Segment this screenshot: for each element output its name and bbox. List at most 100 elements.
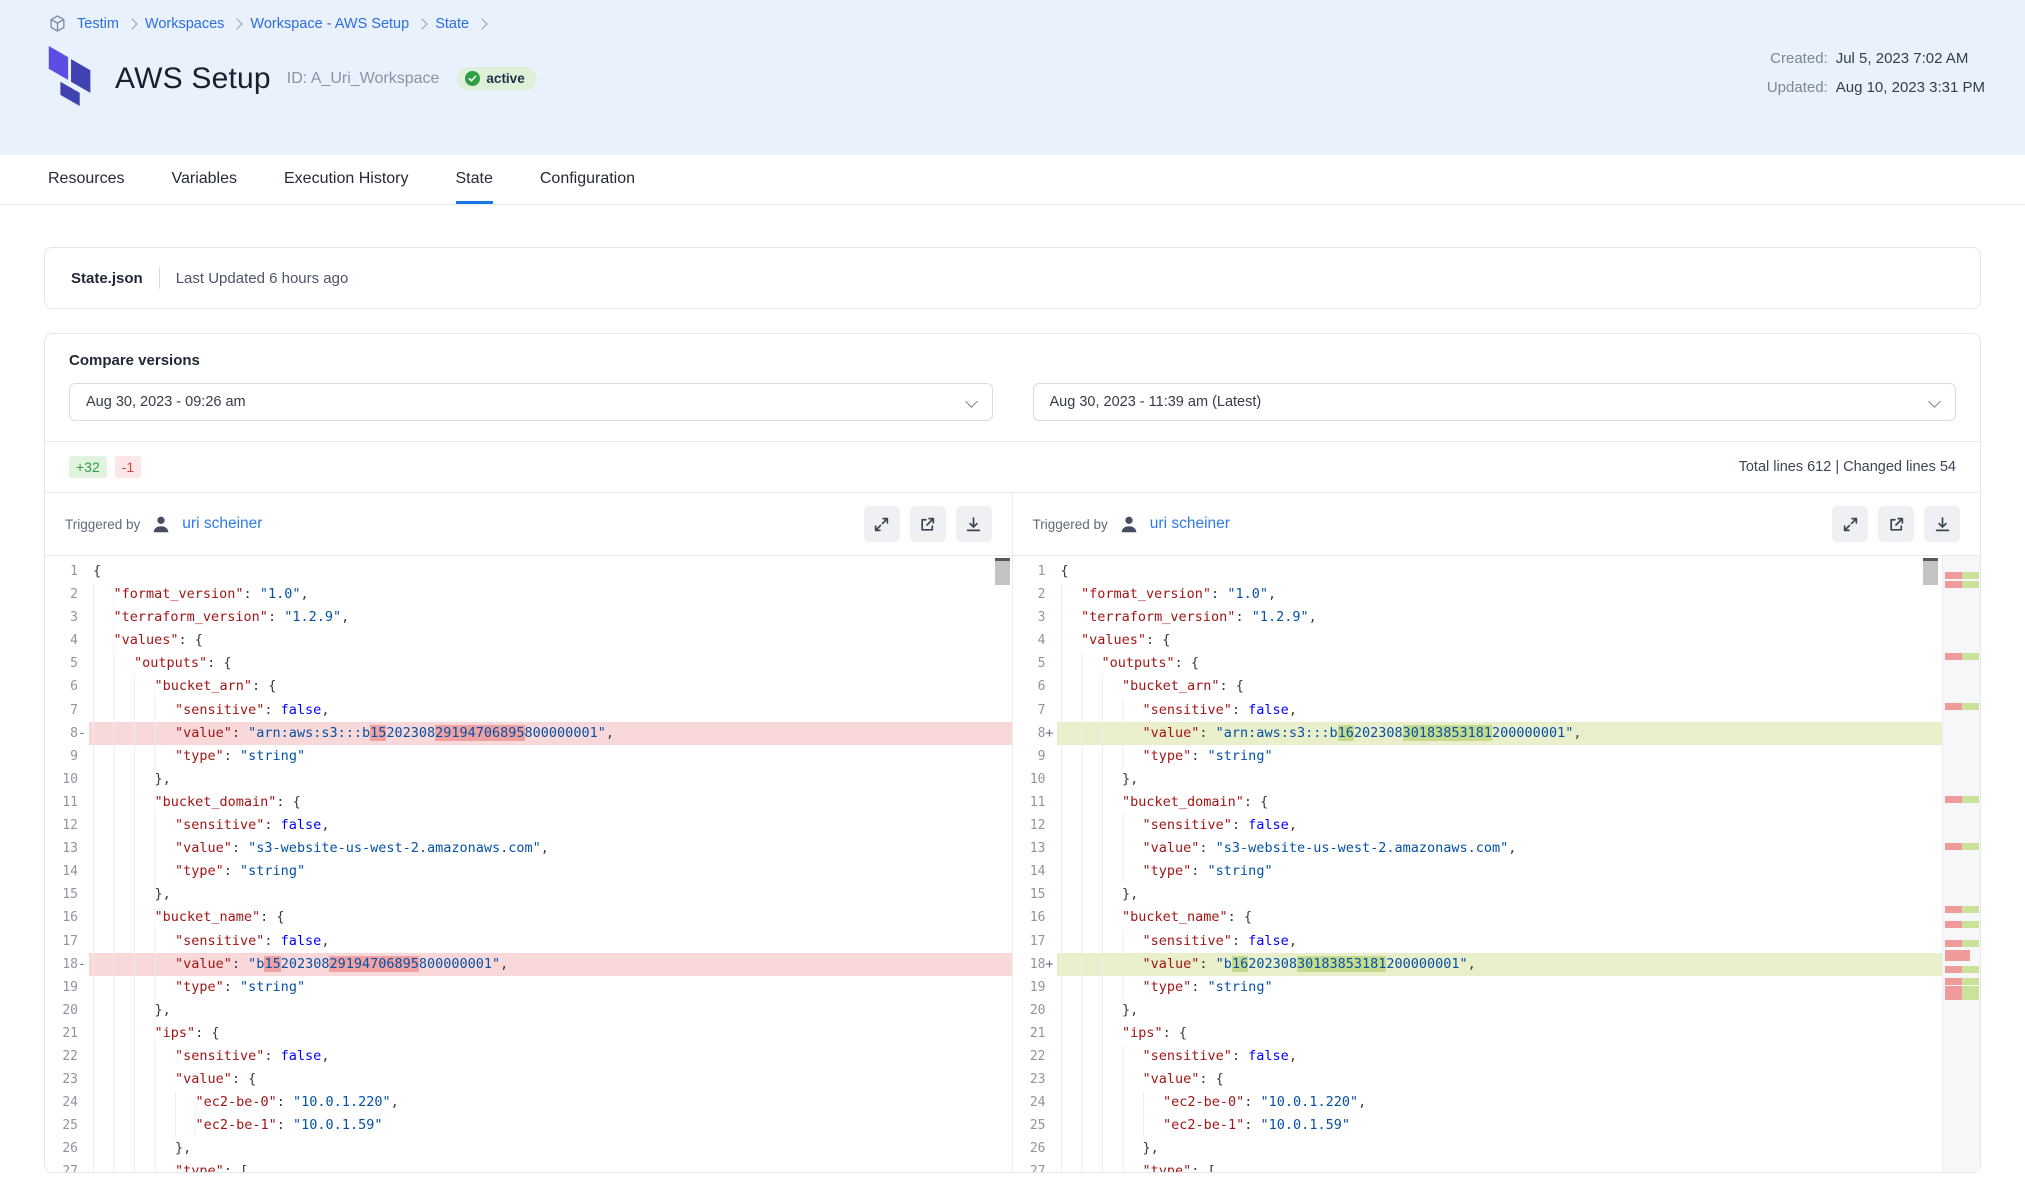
code-line: 16"bucket_name": { (45, 906, 1012, 929)
triggered-by-label: Triggered by (1033, 517, 1108, 532)
compare-title: Compare versions (69, 352, 1956, 369)
line-number: 27 (1013, 1160, 1057, 1172)
scrollbar-thumb[interactable] (1923, 558, 1938, 585)
code-editor-left[interactable]: 1{2"format_version": "1.0",3"terraform_v… (45, 556, 1012, 1172)
scrollbar-thumb[interactable] (995, 558, 1010, 585)
code-line: 8-"value": "arn:aws:s3:::b15202308291947… (45, 722, 1012, 745)
diff-ruler-mark (1945, 940, 1979, 947)
title-row: AWS Setup ID: A_Uri_Workspace active Cre… (48, 46, 1985, 111)
expand-icon[interactable] (864, 506, 900, 542)
line-number: 22 (1013, 1045, 1057, 1068)
diff-ruler-mark (1945, 796, 1979, 803)
triggered-by-user-link[interactable]: uri scheiner (182, 515, 262, 533)
created-updated-meta: Created: Jul 5, 2023 7:02 AM Updated: Au… (1767, 50, 1985, 96)
breadcrumb-item[interactable]: State (435, 16, 469, 32)
line-number: 12 (1013, 814, 1057, 837)
line-number: 27 (45, 1160, 89, 1172)
additions-badge: +32 (69, 456, 107, 478)
code-line: 16"bucket_name": { (1013, 906, 1943, 929)
tab-state[interactable]: State (456, 155, 493, 204)
line-number: 8- (45, 722, 89, 745)
person-icon (150, 513, 172, 535)
line-number: 20 (45, 999, 89, 1022)
line-number: 10 (45, 768, 89, 791)
line-number: 10 (1013, 768, 1057, 791)
line-number: 25 (45, 1114, 89, 1137)
code-line: 15}, (1013, 883, 1943, 906)
diff-pane-right: Triggered by uri scheiner (1013, 493, 1981, 1172)
line-number: 21 (45, 1022, 89, 1045)
download-icon[interactable] (1924, 506, 1960, 542)
line-number: 9 (1013, 745, 1057, 768)
code-line: 20}, (45, 999, 1012, 1022)
deletions-badge: -1 (115, 456, 141, 478)
line-number: 9 (45, 745, 89, 768)
code-line: 17"sensitive": false, (45, 930, 1012, 953)
code-line: 4"values": { (1013, 629, 1943, 652)
code-line: 15}, (45, 883, 1012, 906)
code-line: 8+"value": "arn:aws:s3:::b16202308301838… (1013, 722, 1943, 745)
line-number: 15 (1013, 883, 1057, 906)
code-line: 3"terraform_version": "1.2.9", (45, 606, 1012, 629)
divider (159, 267, 160, 289)
triggered-by-user-link[interactable]: uri scheiner (1150, 515, 1230, 533)
code-line: 19"type": "string" (45, 976, 1012, 999)
code-line: 9"type": "string" (45, 745, 1012, 768)
external-link-icon[interactable] (910, 506, 946, 542)
diff-ruler-mark (1945, 993, 1979, 1000)
terraform-logo-icon (48, 46, 95, 111)
code-line: 7"sensitive": false, (1013, 699, 1943, 722)
line-number: 18- (45, 953, 89, 976)
code-line: 21"ips": { (45, 1022, 1012, 1045)
line-number: 6 (1013, 675, 1057, 698)
line-number: 8+ (1013, 722, 1057, 745)
code-line: 18-"value": "b15202308291947068958000000… (45, 953, 1012, 976)
person-icon (1118, 513, 1140, 535)
line-number: 11 (45, 791, 89, 814)
code-line: 2"format_version": "1.0", (1013, 583, 1943, 606)
updated-value: Aug 10, 2023 3:31 PM (1836, 79, 1985, 96)
tab-configuration[interactable]: Configuration (540, 155, 635, 204)
code-line: 1{ (45, 560, 1012, 583)
download-icon[interactable] (956, 506, 992, 542)
code-line: 11"bucket_domain": { (1013, 791, 1943, 814)
chevron-down-icon (965, 395, 978, 408)
diff-ruler-mark (1945, 653, 1979, 660)
code-editor-right[interactable]: 1{2"format_version": "1.0",3"terraform_v… (1013, 556, 1981, 1172)
line-number: 3 (45, 606, 89, 629)
diff-stats-row: +32 -1 Total lines 612 | Changed lines 5… (45, 442, 1980, 492)
code-line: 23"value": { (1013, 1068, 1943, 1091)
diff-ruler-mark (1945, 843, 1979, 850)
code-line: 27"type": [ (45, 1160, 1012, 1172)
tab-resources[interactable]: Resources (48, 155, 124, 204)
chevron-right-icon (417, 18, 428, 29)
diff-ruler-mark (1945, 966, 1979, 973)
code-line: 14"type": "string" (1013, 860, 1943, 883)
code-line: 7"sensitive": false, (45, 699, 1012, 722)
created-value: Jul 5, 2023 7:02 AM (1836, 50, 1985, 67)
breadcrumb-item[interactable]: Workspace - AWS Setup (250, 16, 409, 32)
version-select-left[interactable]: Aug 30, 2023 - 09:26 am (69, 383, 993, 421)
external-link-icon[interactable] (1878, 506, 1914, 542)
diff-ruler-mark (1945, 950, 1970, 957)
line-number: 2 (45, 583, 89, 606)
page-title: AWS Setup (115, 62, 271, 96)
tab-execution-history[interactable]: Execution History (284, 155, 409, 204)
line-number: 23 (45, 1068, 89, 1091)
version-select-right[interactable]: Aug 30, 2023 - 11:39 am (Latest) (1033, 383, 1957, 421)
chevron-right-icon (476, 18, 487, 29)
line-number: 7 (45, 699, 89, 722)
breadcrumb-item[interactable]: Workspaces (145, 16, 225, 32)
tab-variables[interactable]: Variables (171, 155, 237, 204)
line-number: 20 (1013, 999, 1057, 1022)
last-updated-text: Last Updated 6 hours ago (176, 270, 349, 287)
code-line: 13"value": "s3-website-us-west-2.amazona… (1013, 837, 1943, 860)
diff-overview-ruler[interactable] (1942, 556, 1980, 1172)
expand-icon[interactable] (1832, 506, 1868, 542)
line-number: 26 (1013, 1137, 1057, 1160)
line-number: 3 (1013, 606, 1057, 629)
cube-icon (48, 14, 67, 33)
breadcrumb-item[interactable]: Testim (77, 16, 119, 32)
tab-bar: Resources Variables Execution History State… (0, 155, 2025, 205)
diff-ruler-mark (1945, 572, 1979, 579)
